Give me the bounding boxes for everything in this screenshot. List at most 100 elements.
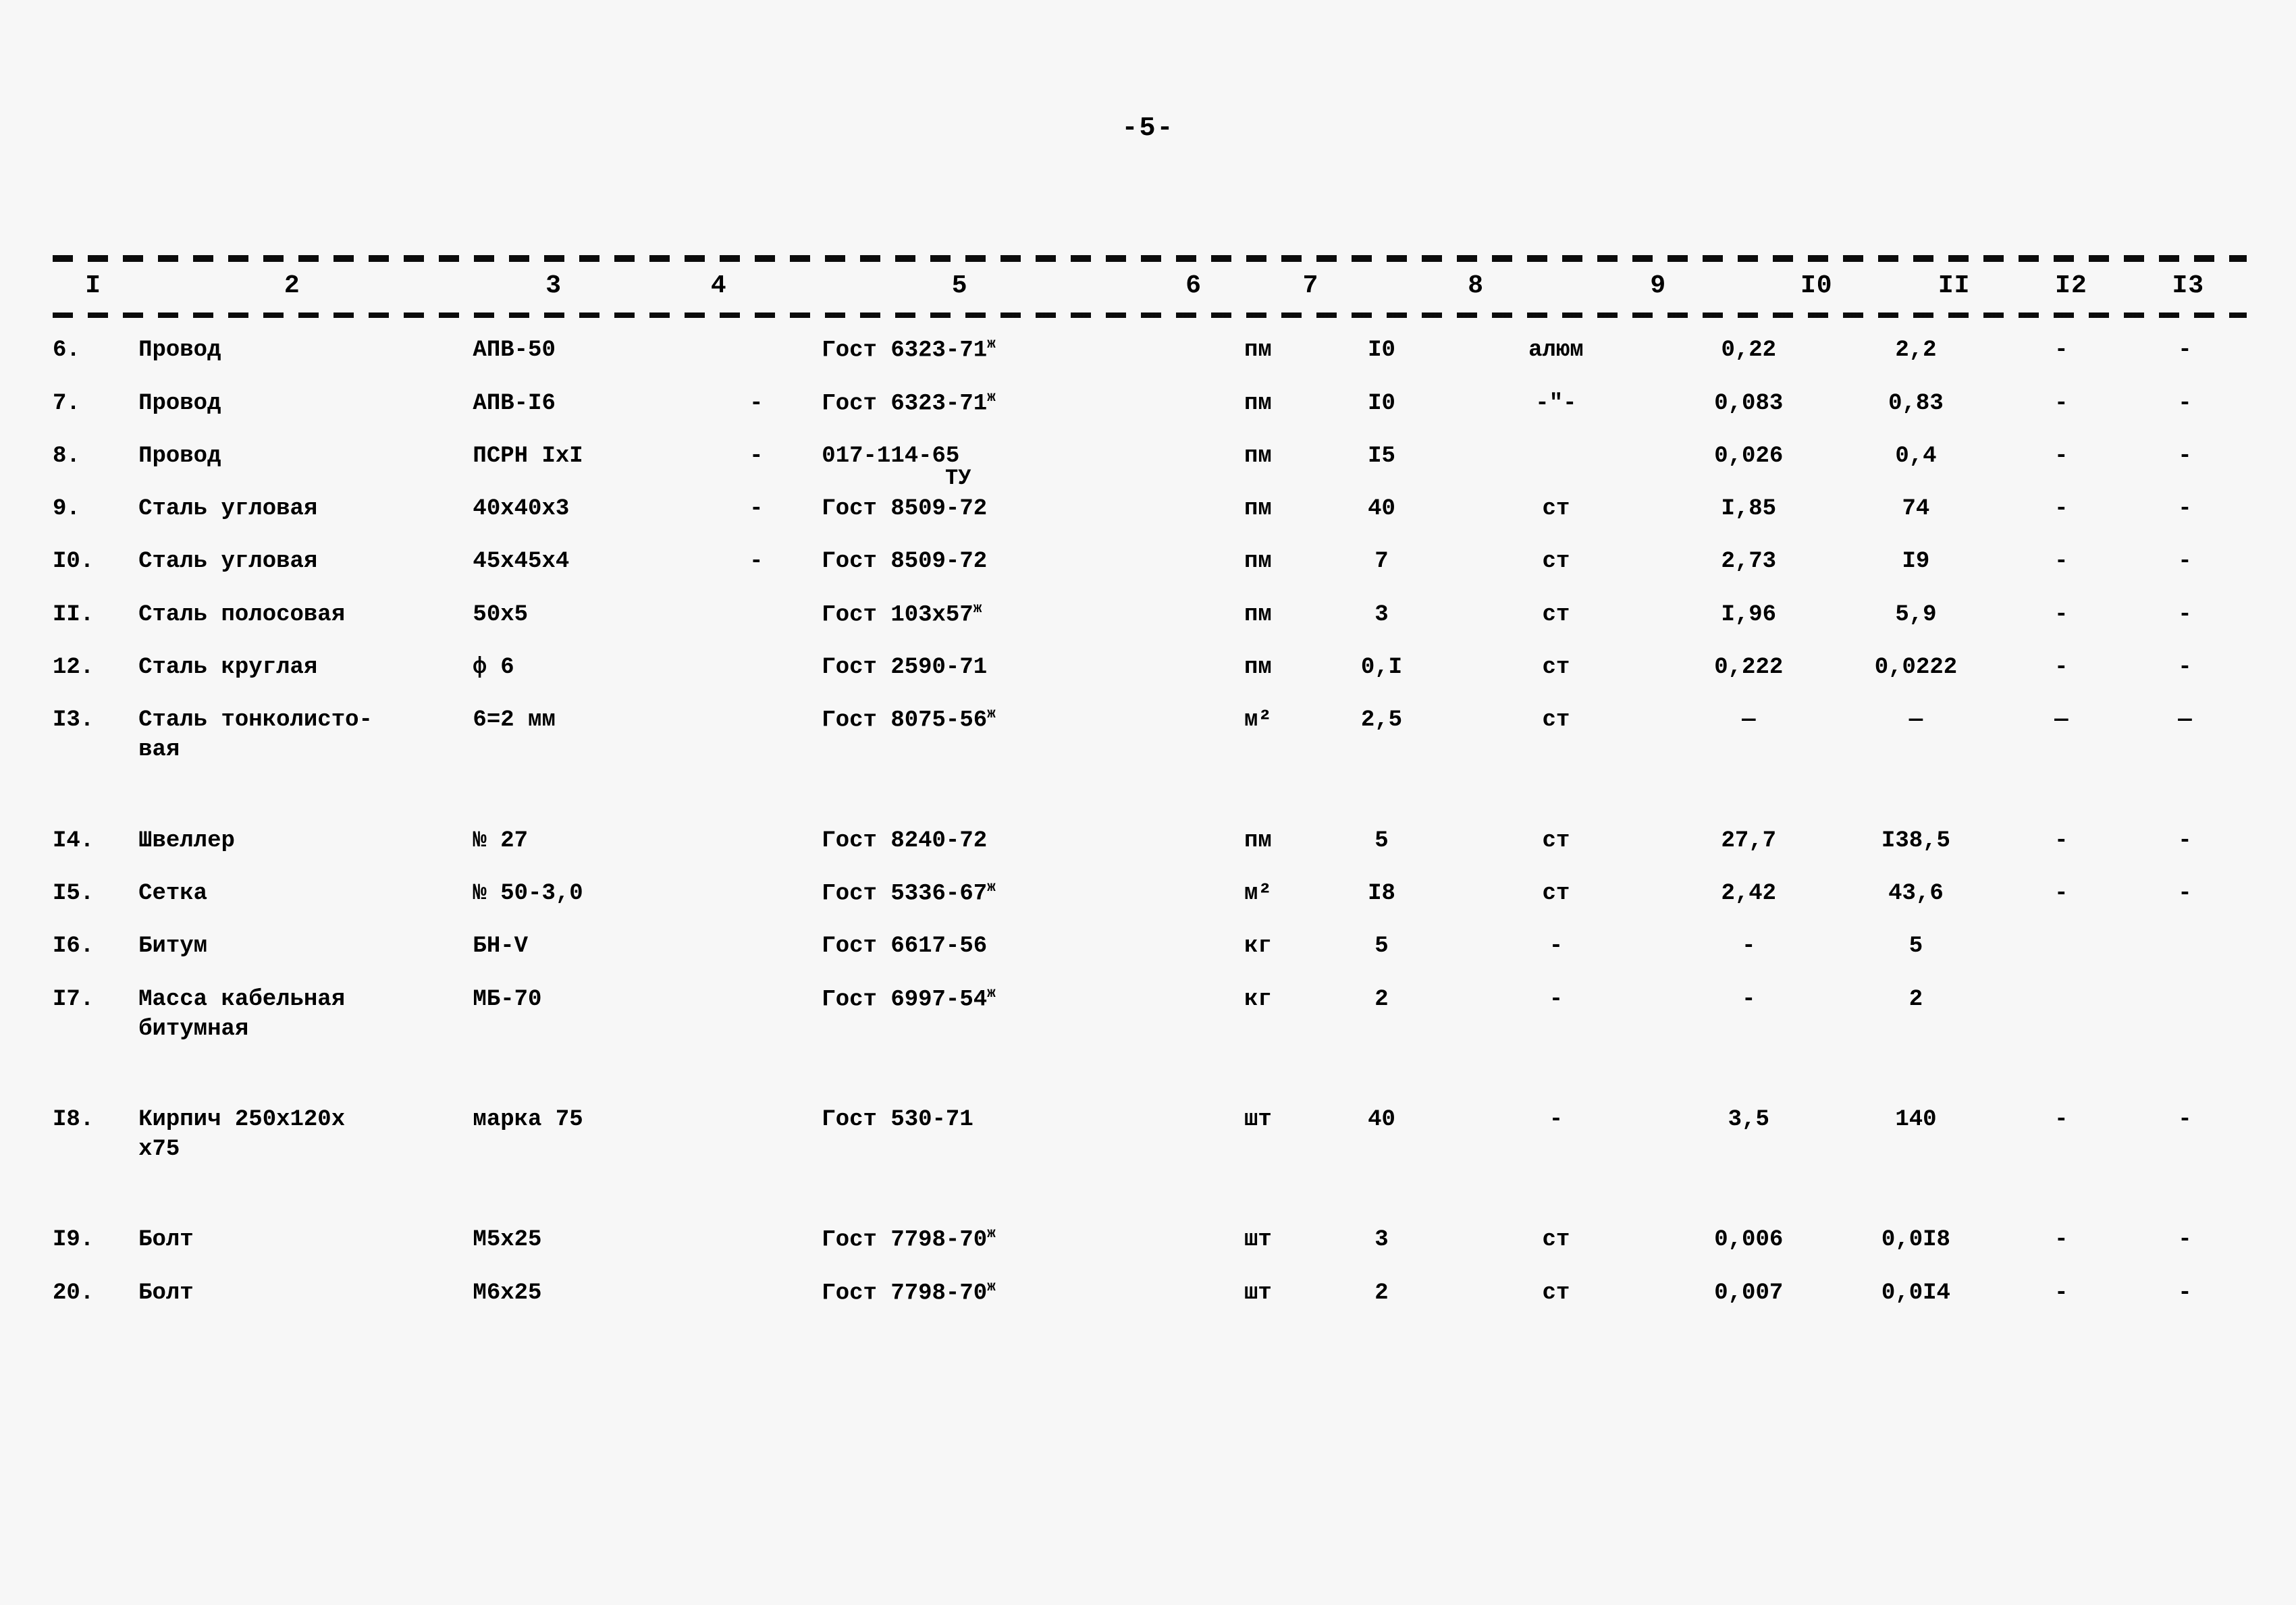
column-header-7: 7 [1302,271,1319,300]
table-row: 6. Провод АПВ-50 Гост 6323-71ж пм I0 алюм 0,22 2… [53,318,2247,377]
cell-unit-weight: I,85 [1721,496,1777,522]
cell-unit: пм [1244,337,1272,363]
row-spacer [53,1056,2247,1093]
cell-col12: - [2054,1106,2068,1133]
materials-table: I 2 3 4 5 6 7 8 9 I0 II I2 I3 [53,262,2247,312]
cell-material: ст [1542,601,1570,628]
cell-name: Провод [138,337,221,363]
cell-col12: - [2054,337,2068,363]
cell-mark: 50х5 [473,601,529,628]
tu-annotation: ТУ [945,466,971,491]
cell-col5 [691,641,822,694]
cell-unit-weight: 0,006 [1714,1227,1784,1253]
standard-superscript-mark: ж [973,601,982,617]
table-row: 20. Болт М6х25 Гост 7798-70ж шт 2 ст 0,007 0,0I4… [53,1267,2247,1320]
row-spacer-cell [53,1176,2247,1214]
cell-unit-weight: 0,007 [1714,1280,1784,1306]
cell-index: I6. [53,933,95,960]
standard-superscript-mark: ж [987,337,996,352]
cell-mark: марка 75 [473,1106,583,1133]
table-row: I8. Кирпич 250х120х х75 марка 75 Гост 530-7… [53,1093,2247,1176]
cell-col12 [2000,973,2123,1056]
table-row: 9. Сталь угловая 40х40х3 - Гост 8509-72 пм 40 с… [53,483,2247,535]
cell-standard: Гост 103х57ж [822,601,982,628]
cell-col12 [2000,920,2123,973]
cell-material [1447,430,1665,483]
row-spacer [53,1176,2247,1214]
cell-quantity: 5 [1374,933,1389,960]
cell-col13: - [2178,601,2192,628]
table-row: 8. Провод ПСРН IxI - 017-114-65 пм I5 0,026 0,4 -… [53,430,2247,483]
cell-standard: Гост 2590-71 [822,655,988,681]
table-top-rule [53,255,2247,262]
cell-material: - [1549,986,1564,1012]
cell-total-weight: — [1908,707,1923,734]
row-spacer-cell [53,777,2247,815]
cell-material: ст [1542,655,1570,681]
cell-material: ст [1542,1280,1570,1306]
cell-material: ст [1542,827,1570,854]
cell-unit: шт [1244,1280,1272,1306]
cell-index: 9. [53,496,80,522]
standard-superscript-mark: ж [987,879,996,896]
cell-mark: М5х25 [473,1227,542,1253]
cell-name: Сетка [138,880,208,906]
cell-total-weight: 0,0I4 [1881,1280,1950,1306]
cell-material: ст [1542,549,1570,575]
cell-unit: пм [1244,496,1272,522]
cell-total-weight: 5,9 [1895,601,1937,628]
table-header-rule [53,312,2247,318]
column-header-6: 6 [1185,271,1202,300]
cell-col5 [691,920,822,973]
cell-mark: 45х45х4 [473,549,570,575]
table-row: I4. Швеллер № 27 Гост 8240-72 пм 5 ст 27,7 I38,5… [53,815,2247,867]
cell-standard: Гост 7798-70ж [822,1279,996,1307]
cell-standard: Гост 6323-71ж [822,389,996,416]
table-row: I6. Битум БН-V Гост 6617-56 кг 5 - - 5 [53,920,2247,973]
cell-mark: МБ-70 [473,986,542,1012]
cell-col13: - [2178,443,2192,470]
cell-total-weight: 0,83 [1888,390,1944,416]
cell-unit: м² [1244,707,1272,734]
cell-unit-weight: I,96 [1721,601,1777,628]
table-row: I9. Болт М5х25 Гост 7798-70ж шт 3 ст 0,006 0,0I8… [53,1214,2247,1267]
cell-col12: - [2054,1227,2068,1253]
row-spacer-cell [53,1056,2247,1093]
cell-index: II. [53,601,95,628]
cell-quantity: 2 [1374,986,1389,1012]
standard-superscript-mark: ж [987,985,996,1002]
cell-standard: Гост 6617-56 [822,933,988,960]
cell-col5 [691,1214,822,1267]
cell-mark: АПВ-I6 [473,390,556,416]
cell-unit-weight: 0,22 [1721,337,1777,363]
cell-unit-weight: 2,42 [1721,880,1777,906]
cell-col13: - [2178,827,2192,854]
cell-unit-weight: 3,5 [1728,1106,1769,1133]
cell-total-weight: 5 [1908,933,1923,960]
cell-unit-weight: - [1742,986,1756,1012]
cell-name: Провод [138,443,221,470]
cell-total-weight: 2 [1908,986,1923,1012]
cell-col5 [691,1093,822,1176]
cell-col5: - [749,549,764,575]
cell-col12: - [2054,1280,2068,1306]
cell-col12: - [2054,827,2068,854]
cell-quantity: 2,5 [1360,707,1403,734]
cell-quantity: I8 [1368,880,1395,906]
cell-mark: М6х25 [473,1280,542,1306]
cell-unit-weight: 2,73 [1721,549,1777,575]
cell-standard: Гост 6323-71ж [822,337,996,364]
cell-quantity: I0 [1368,337,1395,363]
cell-material: -"- [1535,390,1577,416]
cell-index: I0. [53,549,95,575]
cell-col5 [691,318,822,377]
cell-material: ст [1542,880,1570,906]
cell-name: Болт [138,1280,194,1306]
column-header-8: 8 [1468,271,1485,300]
cell-col5 [691,589,822,642]
row-spacer [53,777,2247,815]
cell-standard: Гост 8240-72 [822,827,988,854]
cell-col13: — [2178,707,2192,734]
table-row: 7. Провод АПВ-I6 - Гост 6323-71ж пм I0 -"- 0,083… [53,377,2247,431]
table-row: II. Сталь полосовая 50х5 Гост 103х57ж пм 3 ст I… [53,589,2247,642]
